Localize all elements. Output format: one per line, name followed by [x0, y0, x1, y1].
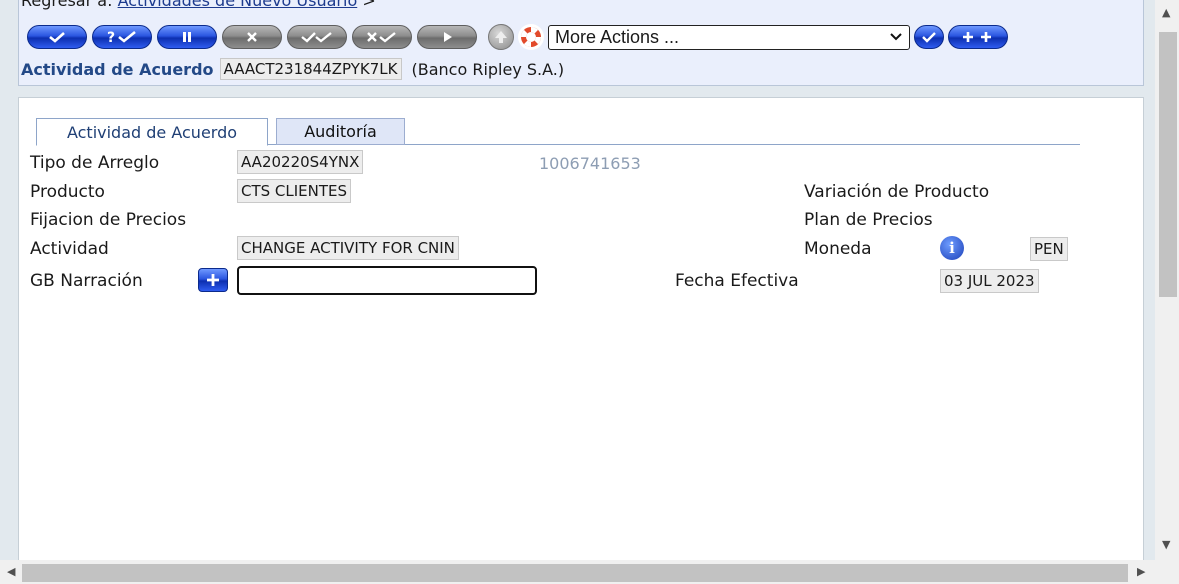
variacion-de-producto-label: Variación de Producto	[804, 182, 990, 202]
vertical-scroll-thumb[interactable]	[1159, 32, 1177, 297]
breadcrumb-prefix: Regresar a:	[21, 0, 113, 10]
scroll-down-icon[interactable]: ▼	[1162, 538, 1170, 551]
tab-actividad-de-acuerdo[interactable]: Actividad de Acuerdo	[36, 118, 268, 146]
question-check-icon: ?	[107, 30, 136, 45]
record-header: Actividad de Acuerdo AAACT231844ZPYK7LK …	[21, 58, 564, 80]
expand-narracion-button[interactable]	[198, 268, 228, 292]
go-button[interactable]	[914, 25, 944, 49]
plan-de-precios-label: Plan de Precios	[804, 210, 933, 230]
svg-text:?: ?	[107, 30, 115, 45]
actividad-label: Actividad	[30, 239, 109, 259]
fecha-efectiva-value: 03 JUL 2023	[940, 269, 1039, 293]
gb-narracion-label: GB Narración	[30, 271, 143, 291]
double-check-icon	[301, 32, 332, 43]
producto-value: CTS CLIENTES	[237, 179, 352, 203]
producto-label: Producto	[30, 182, 105, 202]
pause-icon	[183, 32, 191, 42]
plus-icon	[207, 274, 219, 286]
moneda-label: Moneda	[804, 239, 872, 259]
breadcrumb-separator: >	[362, 0, 376, 10]
arrangement-number: 1006741653	[539, 154, 641, 173]
transaction-header-panel: Regresar a: Actividades de Nuevo Usuario…	[18, 0, 1144, 86]
tab-auditoria[interactable]: Auditoría	[276, 118, 405, 145]
vertical-scrollbar[interactable]: ▲ ▼	[1155, 0, 1179, 584]
record-id: AAACT231844ZPYK7LK	[219, 58, 402, 80]
info-icon[interactable]: i	[940, 236, 964, 260]
next-button[interactable]	[417, 25, 477, 49]
x-icon	[247, 32, 257, 42]
more-actions-select[interactable]: More Actions ...	[548, 24, 910, 50]
scroll-left-icon[interactable]: ◀	[7, 565, 15, 578]
record-type-label: Actividad de Acuerdo	[21, 59, 214, 79]
main-content: Actividad de Acuerdo Auditoría Tipo de A…	[18, 97, 1144, 567]
check-icon	[49, 32, 65, 43]
gb-narracion-input[interactable]	[237, 266, 537, 295]
scroll-up-icon[interactable]: ▲	[1162, 6, 1170, 19]
delete-button[interactable]	[222, 25, 282, 49]
authorise-button[interactable]	[287, 25, 347, 49]
tab-bar: Actividad de Acuerdo Auditoría	[36, 118, 1080, 146]
scroll-right-icon[interactable]: ▶	[1137, 565, 1145, 578]
horizontal-scrollbar[interactable]: ◀ ▶	[0, 560, 1155, 584]
reverse-button[interactable]	[352, 25, 412, 49]
breadcrumb-link[interactable]: Actividades de Nuevo Usuario	[118, 0, 358, 10]
commit-button[interactable]	[27, 25, 87, 49]
breadcrumb: Regresar a: Actividades de Nuevo Usuario…	[21, 0, 376, 10]
actividad-value: CHANGE ACTIVITY FOR CNIN	[237, 236, 459, 260]
help-button[interactable]	[518, 24, 544, 50]
lifebuoy-icon	[521, 27, 541, 47]
x-check-icon	[367, 32, 396, 43]
plus-plus-icon	[963, 32, 991, 42]
check-icon	[922, 32, 936, 43]
fecha-efectiva-label: Fecha Efectiva	[675, 271, 799, 291]
chevron-down-icon	[890, 33, 902, 41]
play-icon	[444, 32, 452, 42]
more-actions-value: More Actions ...	[555, 26, 680, 47]
new-deal-button[interactable]	[948, 25, 1008, 49]
validate-button[interactable]: ?	[92, 25, 152, 49]
tipo-de-arreglo-value: AA20220S4YNX	[237, 150, 364, 174]
horizontal-scroll-thumb[interactable]	[22, 564, 1128, 582]
upload-button[interactable]	[488, 24, 514, 50]
moneda-value: PEN	[1030, 237, 1068, 261]
tipo-de-arreglo-label: Tipo de Arreglo	[30, 153, 160, 173]
fijacion-de-precios-label: Fijacion de Precios	[30, 210, 187, 230]
up-arrow-icon	[495, 31, 507, 43]
toolbar: ? More Actions ...	[27, 24, 1013, 50]
company-name: (Banco Ripley S.A.)	[411, 59, 565, 79]
hold-button[interactable]	[157, 25, 217, 49]
